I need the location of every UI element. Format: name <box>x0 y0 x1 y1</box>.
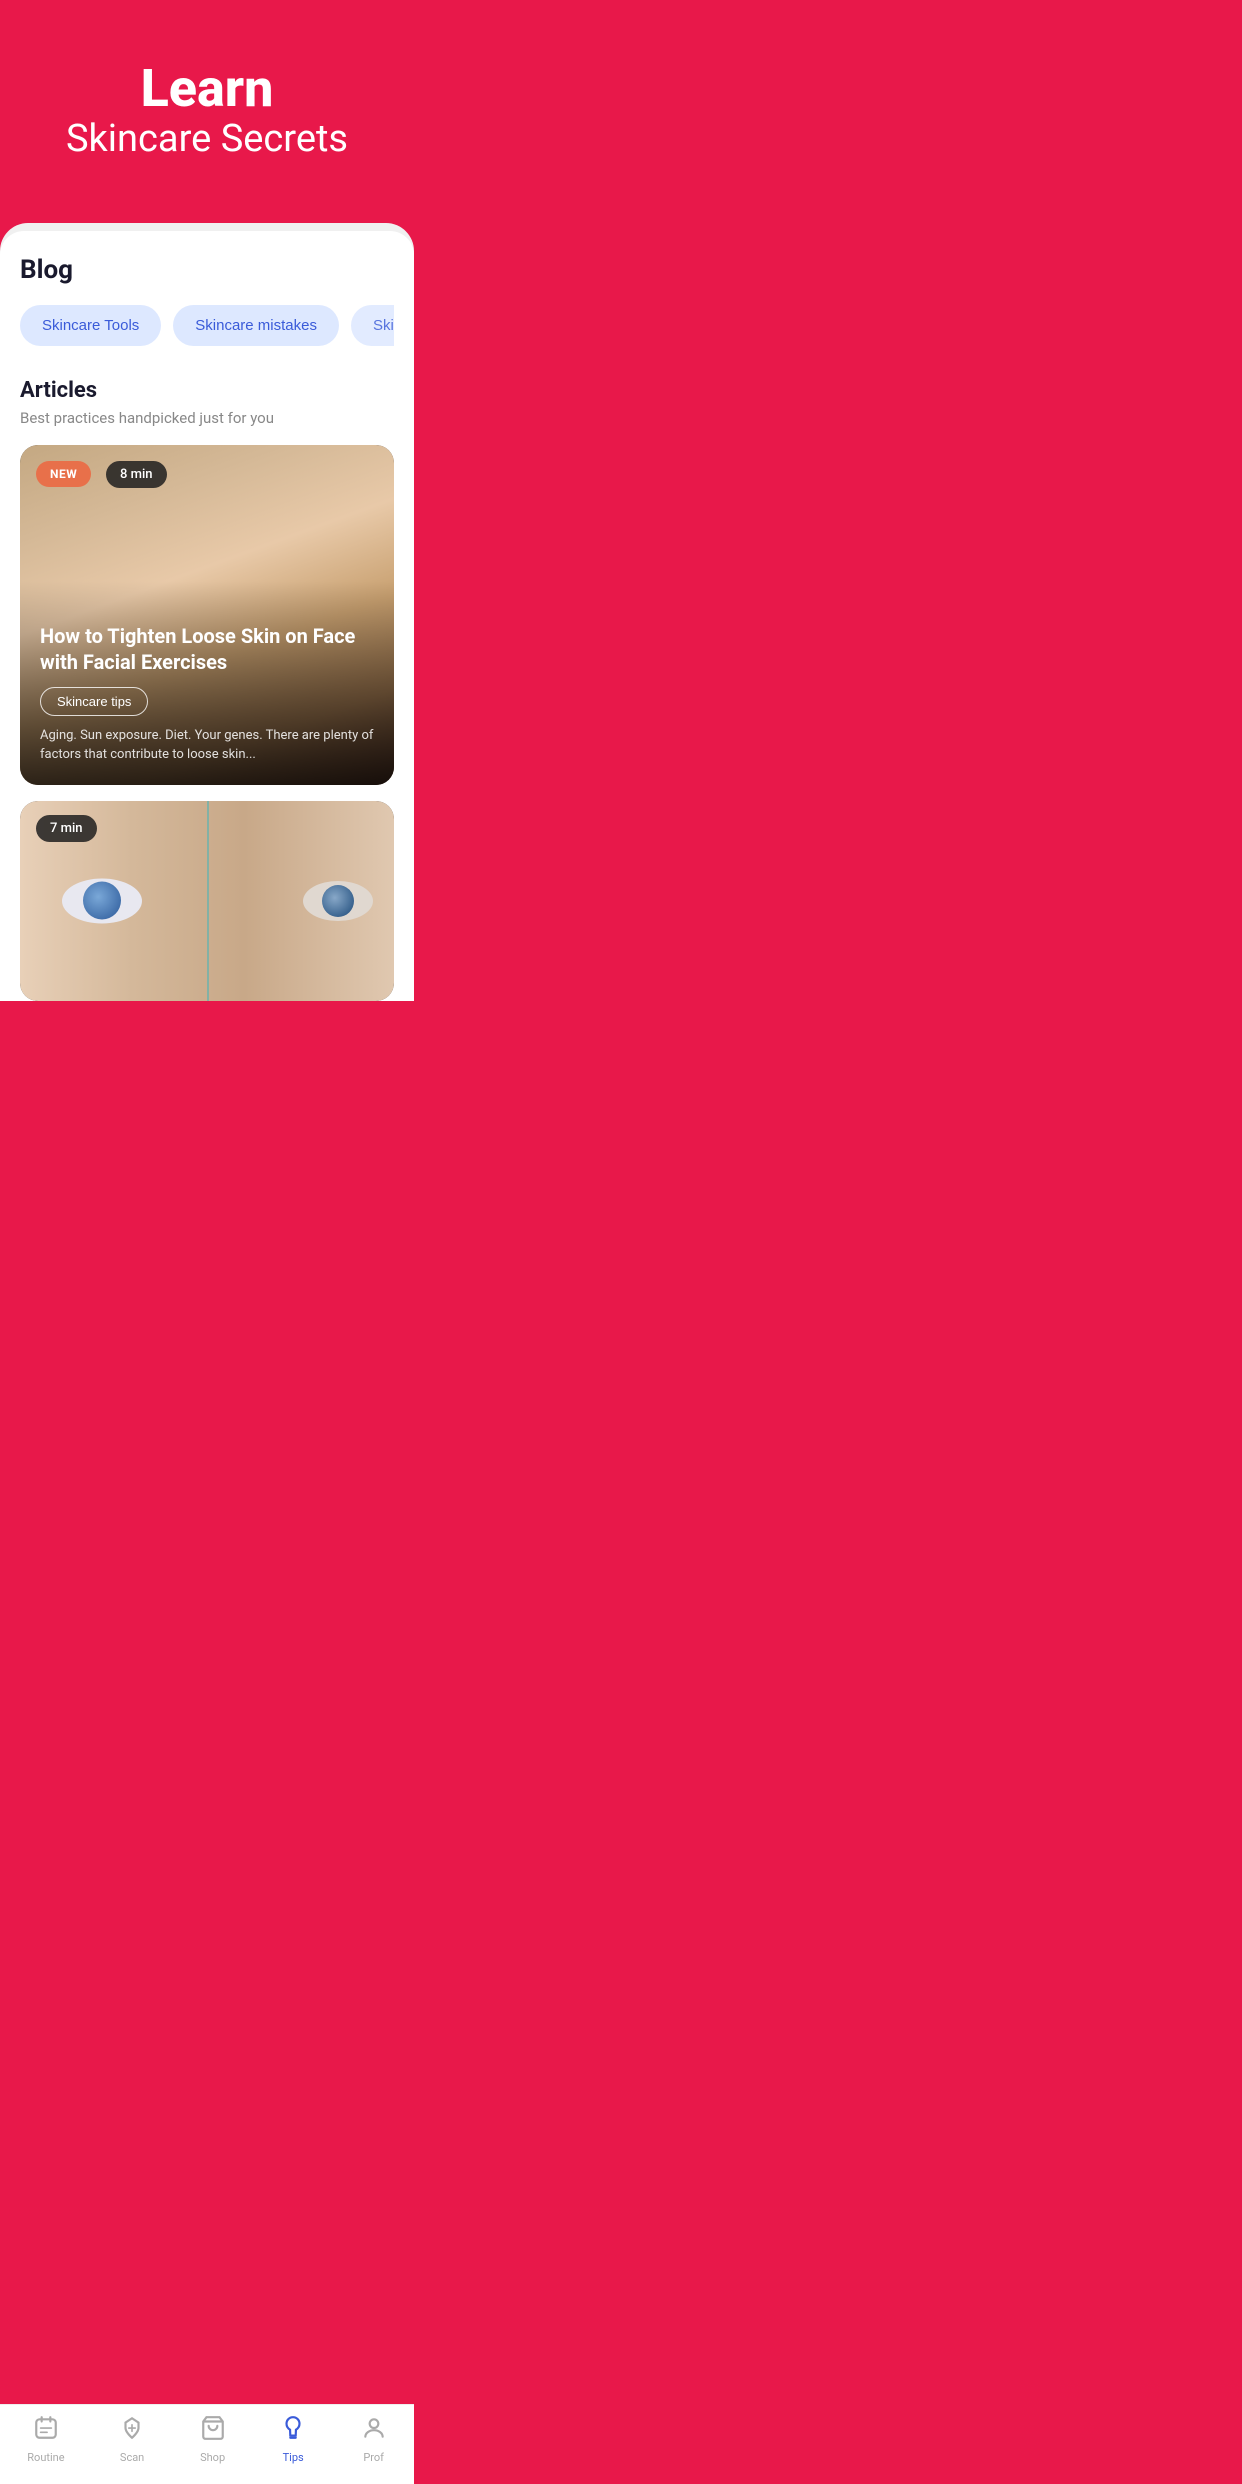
article-desc-1: Aging. Sun exposure. Diet. Your genes. T… <box>40 726 374 765</box>
chip-skin-partial[interactable]: Skin... <box>351 305 394 346</box>
articles-subtitle: Best practices handpicked just for you <box>20 409 394 427</box>
filter-chips-row: Skincare Tools Skincare mistakes Skin... <box>20 305 394 350</box>
right-eye <box>303 881 373 921</box>
chip-skincare-tools[interactable]: Skincare Tools <box>20 305 161 346</box>
nav-item-profile[interactable]: Prof <box>349 2411 399 2468</box>
scan-icon <box>119 2415 145 2447</box>
badge-new: NEW <box>36 461 91 487</box>
shop-icon <box>200 2415 226 2447</box>
bottom-navigation: Routine Scan Shop <box>0 2404 414 2484</box>
header-section: Learn Skincare Secrets <box>0 0 414 203</box>
badge-time-2: 7 min <box>36 815 97 842</box>
nav-label-tips: Tips <box>283 2451 304 2464</box>
divider-line <box>207 801 209 1001</box>
article-content-1: How to Tighten Loose Skin on Face with F… <box>20 603 394 785</box>
nav-item-scan[interactable]: Scan <box>107 2411 157 2468</box>
tips-icon <box>280 2415 306 2447</box>
nav-label-profile: Prof <box>363 2451 384 2464</box>
left-eye <box>62 878 142 923</box>
header-title-subtitle: Skincare Secrets <box>20 117 394 163</box>
card-inner: Blog Skincare Tools Skincare mistakes Sk… <box>0 231 414 1001</box>
card-container: Blog Skincare Tools Skincare mistakes Sk… <box>0 223 414 1001</box>
article-card-1[interactable]: NEW 8 min How to Tighten Loose Skin on F… <box>20 445 394 785</box>
nav-item-tips[interactable]: Tips <box>268 2411 318 2468</box>
header-title-bold: Learn <box>20 60 394 117</box>
article-heading-1: How to Tighten Loose Skin on Face with F… <box>40 623 374 675</box>
articles-title: Articles <box>20 378 394 403</box>
badge-time-1: 8 min <box>106 461 167 488</box>
article-tag-btn-1[interactable]: Skincare tips <box>40 687 148 716</box>
blog-title: Blog <box>20 255 394 285</box>
profile-icon <box>361 2415 387 2447</box>
routine-icon <box>33 2415 59 2447</box>
nav-label-routine: Routine <box>27 2451 64 2464</box>
chip-skincare-mistakes[interactable]: Skincare mistakes <box>173 305 339 346</box>
nav-item-routine[interactable]: Routine <box>15 2411 76 2468</box>
articles-section: Articles Best practices handpicked just … <box>20 378 394 1001</box>
article-card-2[interactable]: 7 min <box>20 801 394 1001</box>
nav-label-scan: Scan <box>120 2451 144 2464</box>
nav-label-shop: Shop <box>200 2451 225 2464</box>
nav-item-shop[interactable]: Shop <box>188 2411 238 2468</box>
